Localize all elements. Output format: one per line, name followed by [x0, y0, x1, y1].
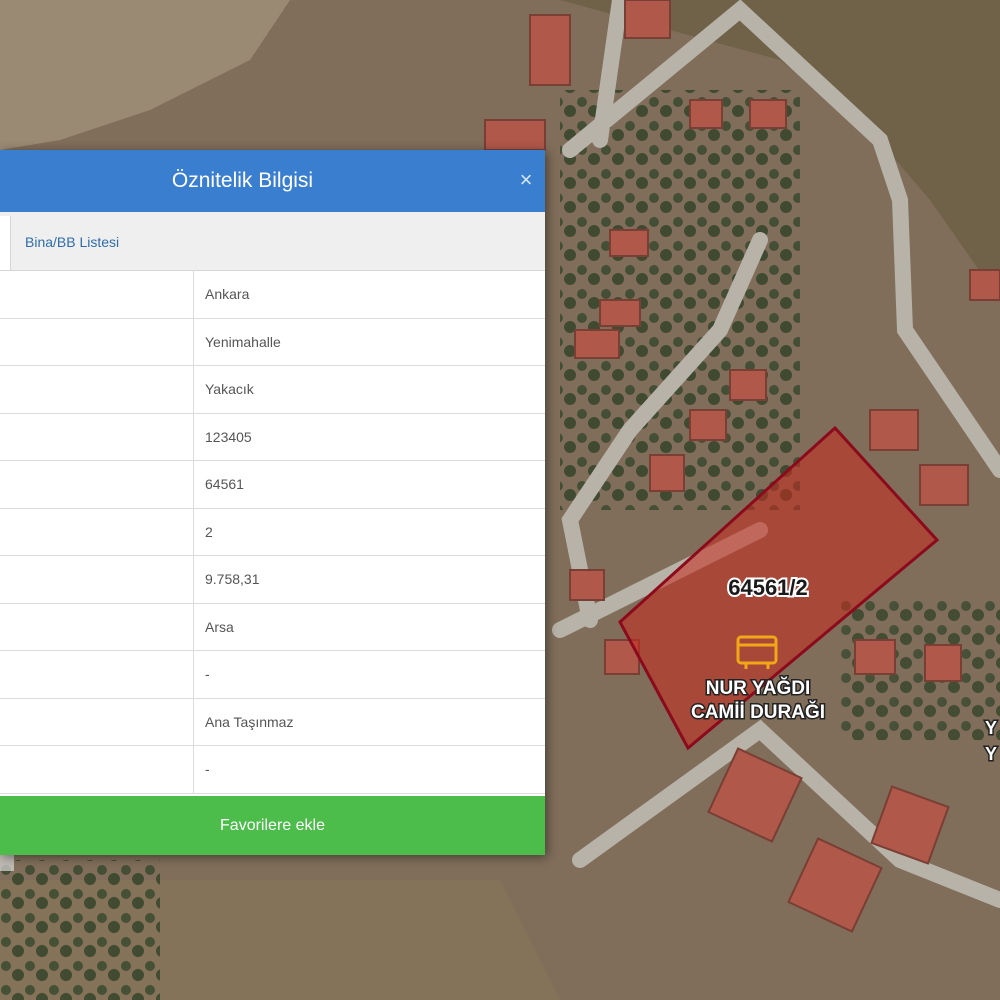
table-row: Yakacık: [0, 366, 545, 414]
attribute-table: Ankara Yenimahalle Yakacık 123405 64561 2 9.75…: [0, 271, 545, 794]
attribute-info-panel: Öznitelik Bilgisi × Bina/BB Listesi Anka…: [0, 150, 545, 855]
panel-header: Öznitelik Bilgisi ×: [0, 150, 545, 212]
attribute-value: Ankara: [205, 286, 250, 302]
table-row: Yenimahalle: [0, 318, 545, 366]
attribute-value: 64561: [205, 476, 244, 492]
attribute-key-cell: [0, 318, 194, 365]
attribute-key-cell: [0, 366, 194, 413]
attribute-value: 9.758,31: [205, 571, 260, 587]
tab-building-list[interactable]: Bina/BB Listesi: [25, 234, 119, 250]
attribute-key-cell: [0, 508, 194, 555]
table-row: -: [0, 651, 545, 699]
attribute-value: -: [205, 666, 210, 682]
attribute-key-cell: [0, 556, 194, 603]
table-row: Ana Taşınmaz: [0, 698, 545, 746]
attribute-value: Ana Taşınmaz: [205, 713, 294, 730]
attribute-value: 123405: [205, 428, 252, 445]
attribute-key-cell: [0, 603, 194, 650]
close-icon[interactable]: ×: [513, 167, 539, 193]
table-row: Arsa: [0, 603, 545, 651]
attribute-value: 2: [205, 523, 213, 540]
table-row: -: [0, 746, 545, 794]
edge-label-1: Y: [985, 718, 997, 738]
table-row: 9.758,31: [0, 556, 545, 604]
attribute-key-cell: [0, 651, 194, 698]
edge-label-2: Y: [985, 744, 997, 764]
attribute-key-cell: [0, 461, 194, 508]
table-row: 2: [0, 508, 545, 556]
poi-label-line1: NUR YAĞDI: [706, 677, 811, 699]
attribute-value: -: [205, 761, 210, 777]
attribute-key-cell: [0, 271, 194, 318]
panel-title: Öznitelik Bilgisi: [171, 169, 314, 192]
attribute-key-cell: [0, 698, 194, 745]
panel-tabbar: Bina/BB Listesi: [0, 212, 545, 271]
attribute-value: Yenimahalle: [205, 333, 281, 350]
attribute-value: Yakacık: [205, 381, 254, 397]
parcel-label: 64561/2: [728, 575, 808, 600]
tab-attributes[interactable]: [0, 216, 11, 270]
attribute-value: Arsa: [205, 618, 234, 635]
poi-label-line2: CAMİİ DURAĞI: [691, 701, 825, 723]
table-row: 123405: [0, 413, 545, 461]
attribute-key-cell: [0, 413, 194, 460]
table-row: Ankara: [0, 271, 545, 319]
table-row: 64561: [0, 461, 545, 509]
attribute-key-cell: [0, 746, 194, 793]
add-favorite-button[interactable]: Favorilere ekle: [0, 796, 545, 855]
